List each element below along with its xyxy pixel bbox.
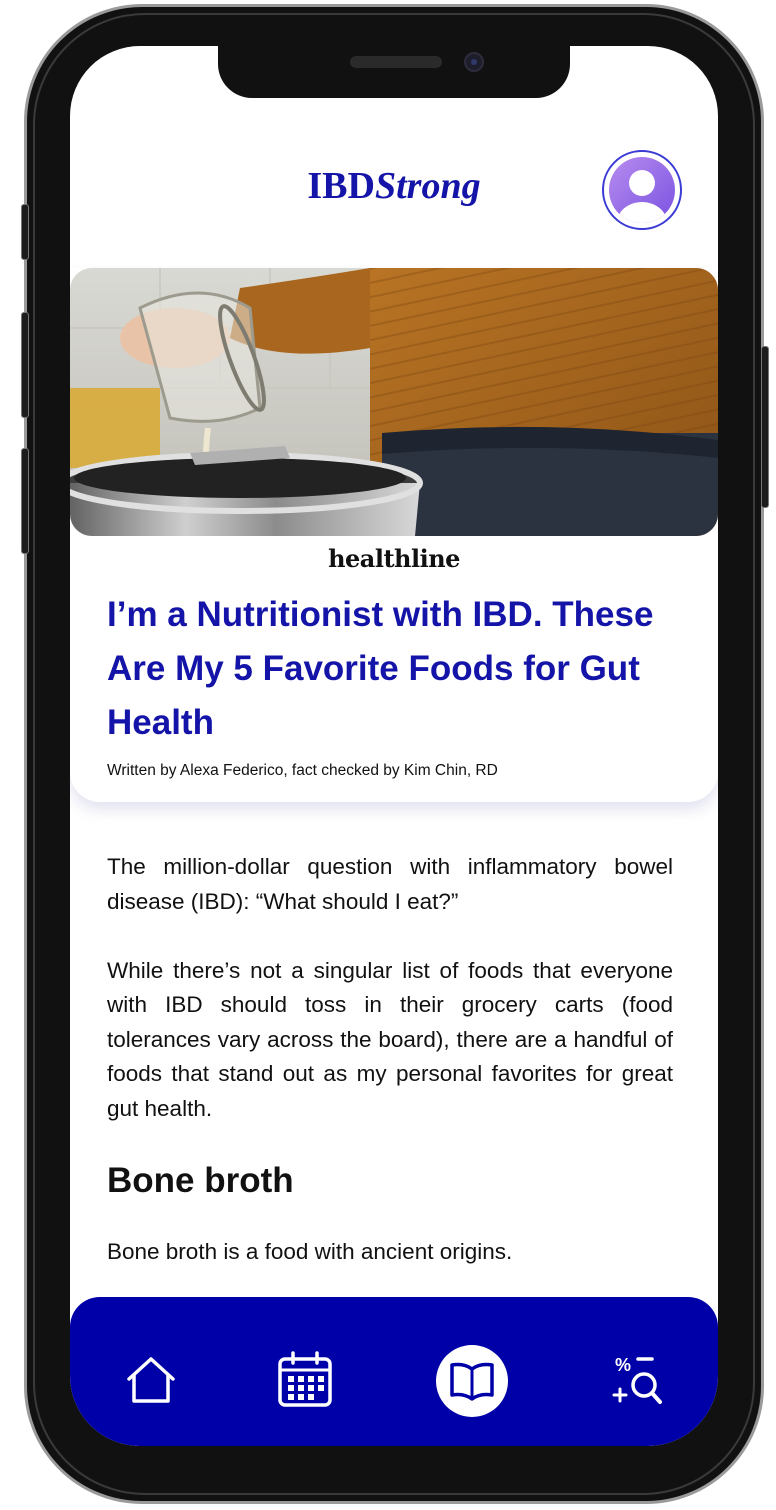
bottom-nav-bar: %	[70, 1297, 718, 1446]
article-hero-image	[70, 268, 718, 536]
article-title[interactable]: I’m a Nutritionist with IBD. These Are M…	[107, 588, 687, 750]
logo-text-regular: IBD	[307, 165, 375, 207]
front-camera-icon	[464, 52, 484, 72]
hero-photo	[70, 268, 718, 536]
section-heading: Bone broth	[107, 1160, 294, 1200]
article-paragraph: While there’s not a singular list of foo…	[107, 957, 673, 1121]
volume-up-button	[21, 312, 29, 418]
article-paragraph: Bone broth is a food with ancient origin…	[107, 1238, 513, 1264]
speaker-grille	[350, 56, 442, 68]
article-paragraph: The million-dollar question with inflamm…	[107, 854, 673, 914]
calendar-icon	[278, 1351, 332, 1407]
profile-avatar-button[interactable]	[602, 150, 682, 230]
book-icon	[450, 1362, 494, 1401]
nav-calculator-search-button[interactable]: %	[602, 1345, 674, 1417]
notch	[218, 46, 570, 98]
mute-switch	[21, 204, 29, 260]
nav-home-button[interactable]	[115, 1345, 187, 1417]
article-source-logo: healthline	[328, 544, 460, 573]
home-icon	[127, 1357, 175, 1403]
svg-text:%: %	[615, 1355, 631, 1375]
article-byline: Written by Alexa Federico, fact checked …	[107, 762, 498, 779]
power-button	[761, 346, 769, 508]
article-body: The million-dollar question with inflamm…	[107, 850, 673, 1269]
nav-articles-button[interactable]	[436, 1345, 508, 1417]
logo-text-italic: Strong	[374, 165, 481, 207]
article-card[interactable]: healthline I’m a Nutritionist with IBD. …	[70, 268, 718, 802]
calculator-search-icon: %	[612, 1355, 662, 1404]
user-avatar-icon	[609, 157, 675, 223]
volume-down-button	[21, 448, 29, 554]
screen: IBDStrong healthline I’m a Nutritionist …	[70, 46, 718, 1446]
nav-calendar-button[interactable]	[269, 1345, 341, 1417]
